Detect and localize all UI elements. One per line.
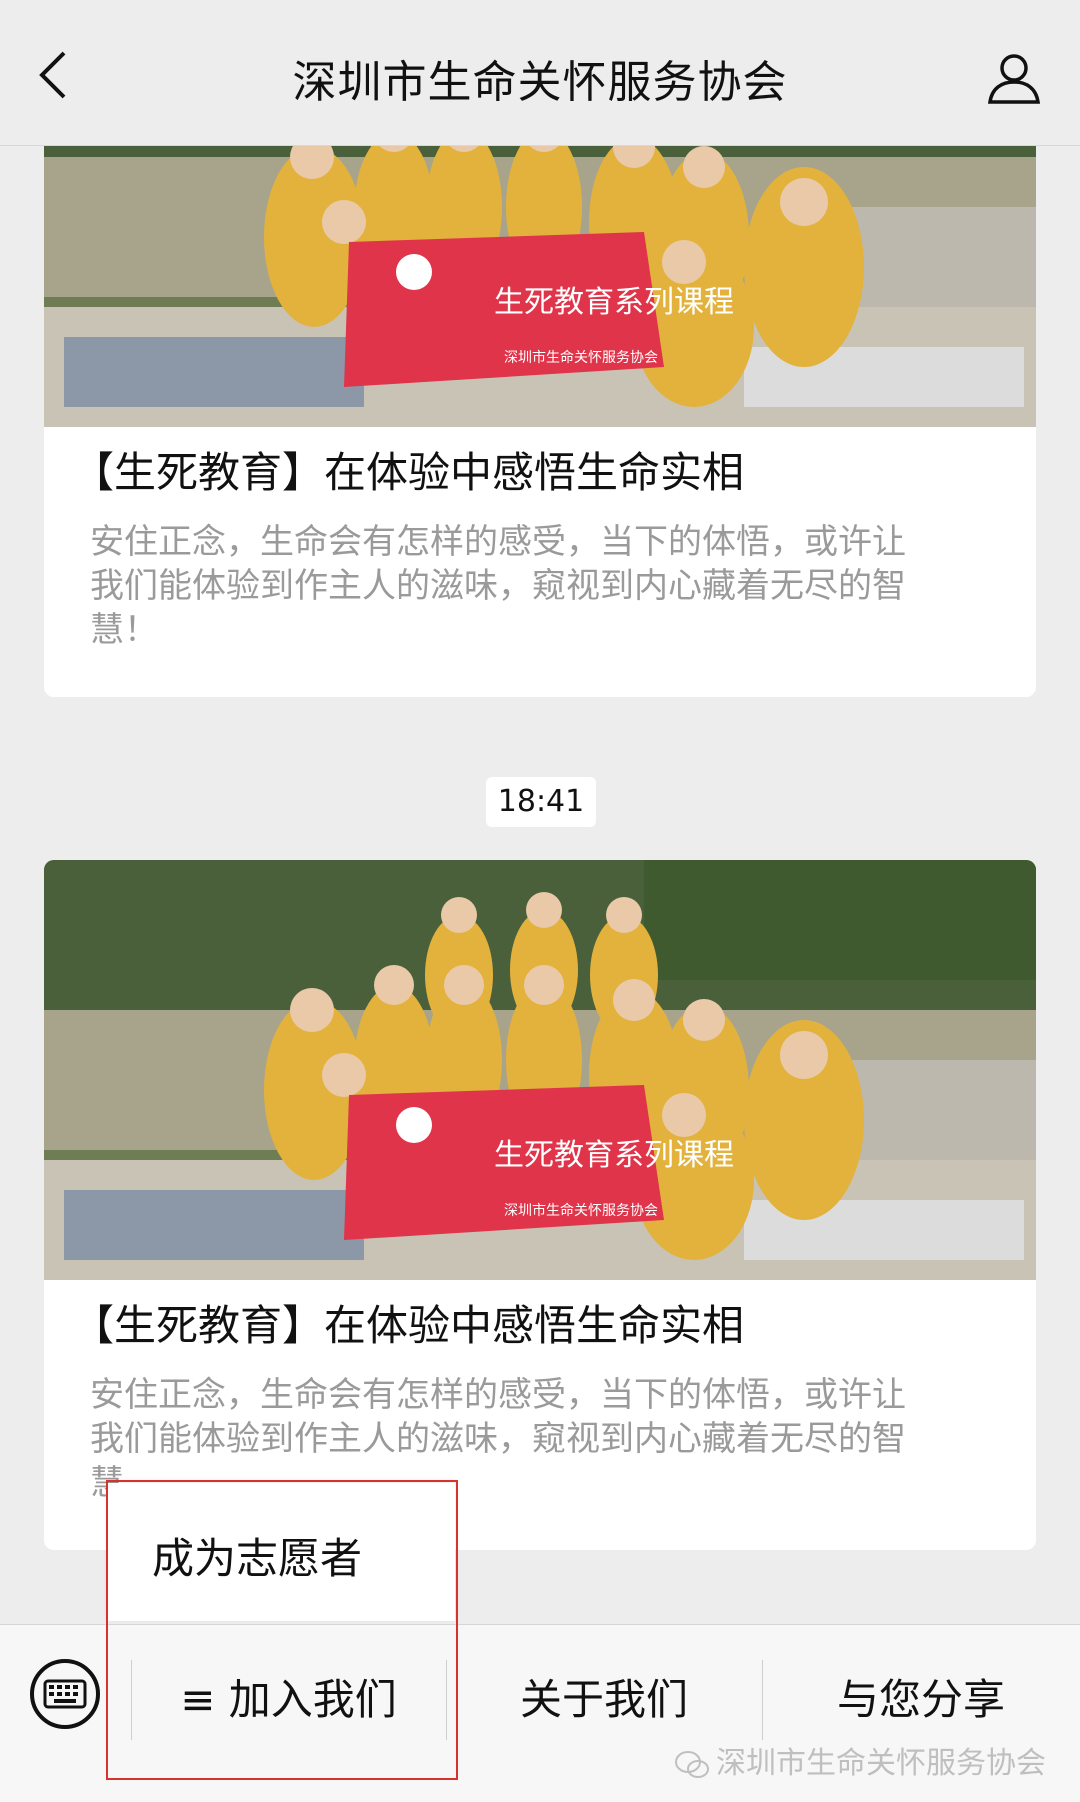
banner-org-text: 深圳市生命关怀服务协会 xyxy=(504,1202,658,1219)
article-card[interactable]: 生死教育系列课程 深圳市生命关怀服务协会 【生死教育】在体验中感悟生命实相 安住… xyxy=(44,860,1036,1550)
article-cover-image: 生死教育系列课程 深圳市生命关怀服务协会 xyxy=(44,145,1036,427)
article-description-line: 慧！ xyxy=(90,610,158,650)
banner-text: 生死教育系列课程 xyxy=(494,1138,734,1173)
watermark: 深圳市生命关怀服务协会 xyxy=(674,1738,1046,1782)
profile-icon[interactable] xyxy=(984,48,1044,108)
article-title: 【生死教育】在体验中感悟生命实相 xyxy=(72,1301,745,1350)
message-feed[interactable]: 生死教育系列课程 深圳市生命关怀服务协会 【生死教育】在体验中感悟生命实相 安住… xyxy=(0,145,1080,1625)
article-cover-image: 生死教育系列课程 深圳市生命关怀服务协会 xyxy=(44,860,1036,1280)
article-description-line: 我们能体验到作主人的滋味，窥视到内心藏着无尽的智 xyxy=(90,1419,906,1459)
message-timestamp: 18:41 xyxy=(486,777,596,827)
article-description-line: 安住正念，生命会有怎样的感受，当下的体悟，或许让 xyxy=(90,1375,906,1415)
watermark-text: 深圳市生命关怀服务协会 xyxy=(716,1746,1046,1781)
article-description-line: 安住正念，生命会有怎样的感受，当下的体悟，或许让 xyxy=(90,522,906,562)
article-description: 安住正念，生命会有怎样的感受，当下的体悟，或许让 我们能体验到作主人的滋味，窥视… xyxy=(90,520,990,652)
wechat-icon xyxy=(675,1750,709,1778)
banner-org-text: 深圳市生命关怀服务协会 xyxy=(504,349,658,366)
article-card[interactable]: 生死教育系列课程 深圳市生命关怀服务协会 【生死教育】在体验中感悟生命实相 安住… xyxy=(44,145,1036,697)
menu-item-join-us[interactable]: ≡ 加入我们 xyxy=(131,1625,446,1775)
article-title: 【生死教育】在体验中感悟生命实相 xyxy=(72,448,745,497)
banner-text: 生死教育系列课程 xyxy=(494,285,734,320)
submenu-item-volunteer[interactable]: 成为志愿者 xyxy=(152,1525,362,1586)
article-description-line: 我们能体验到作主人的滋味，窥视到内心藏着无尽的智 xyxy=(90,566,906,606)
nav-bar: 深圳市生命关怀服务协会 xyxy=(0,0,1080,146)
keyboard-icon[interactable] xyxy=(28,1657,102,1731)
page-title: 深圳市生命关怀服务协会 xyxy=(292,57,788,108)
submenu-popup: 成为志愿者 xyxy=(108,1483,455,1621)
